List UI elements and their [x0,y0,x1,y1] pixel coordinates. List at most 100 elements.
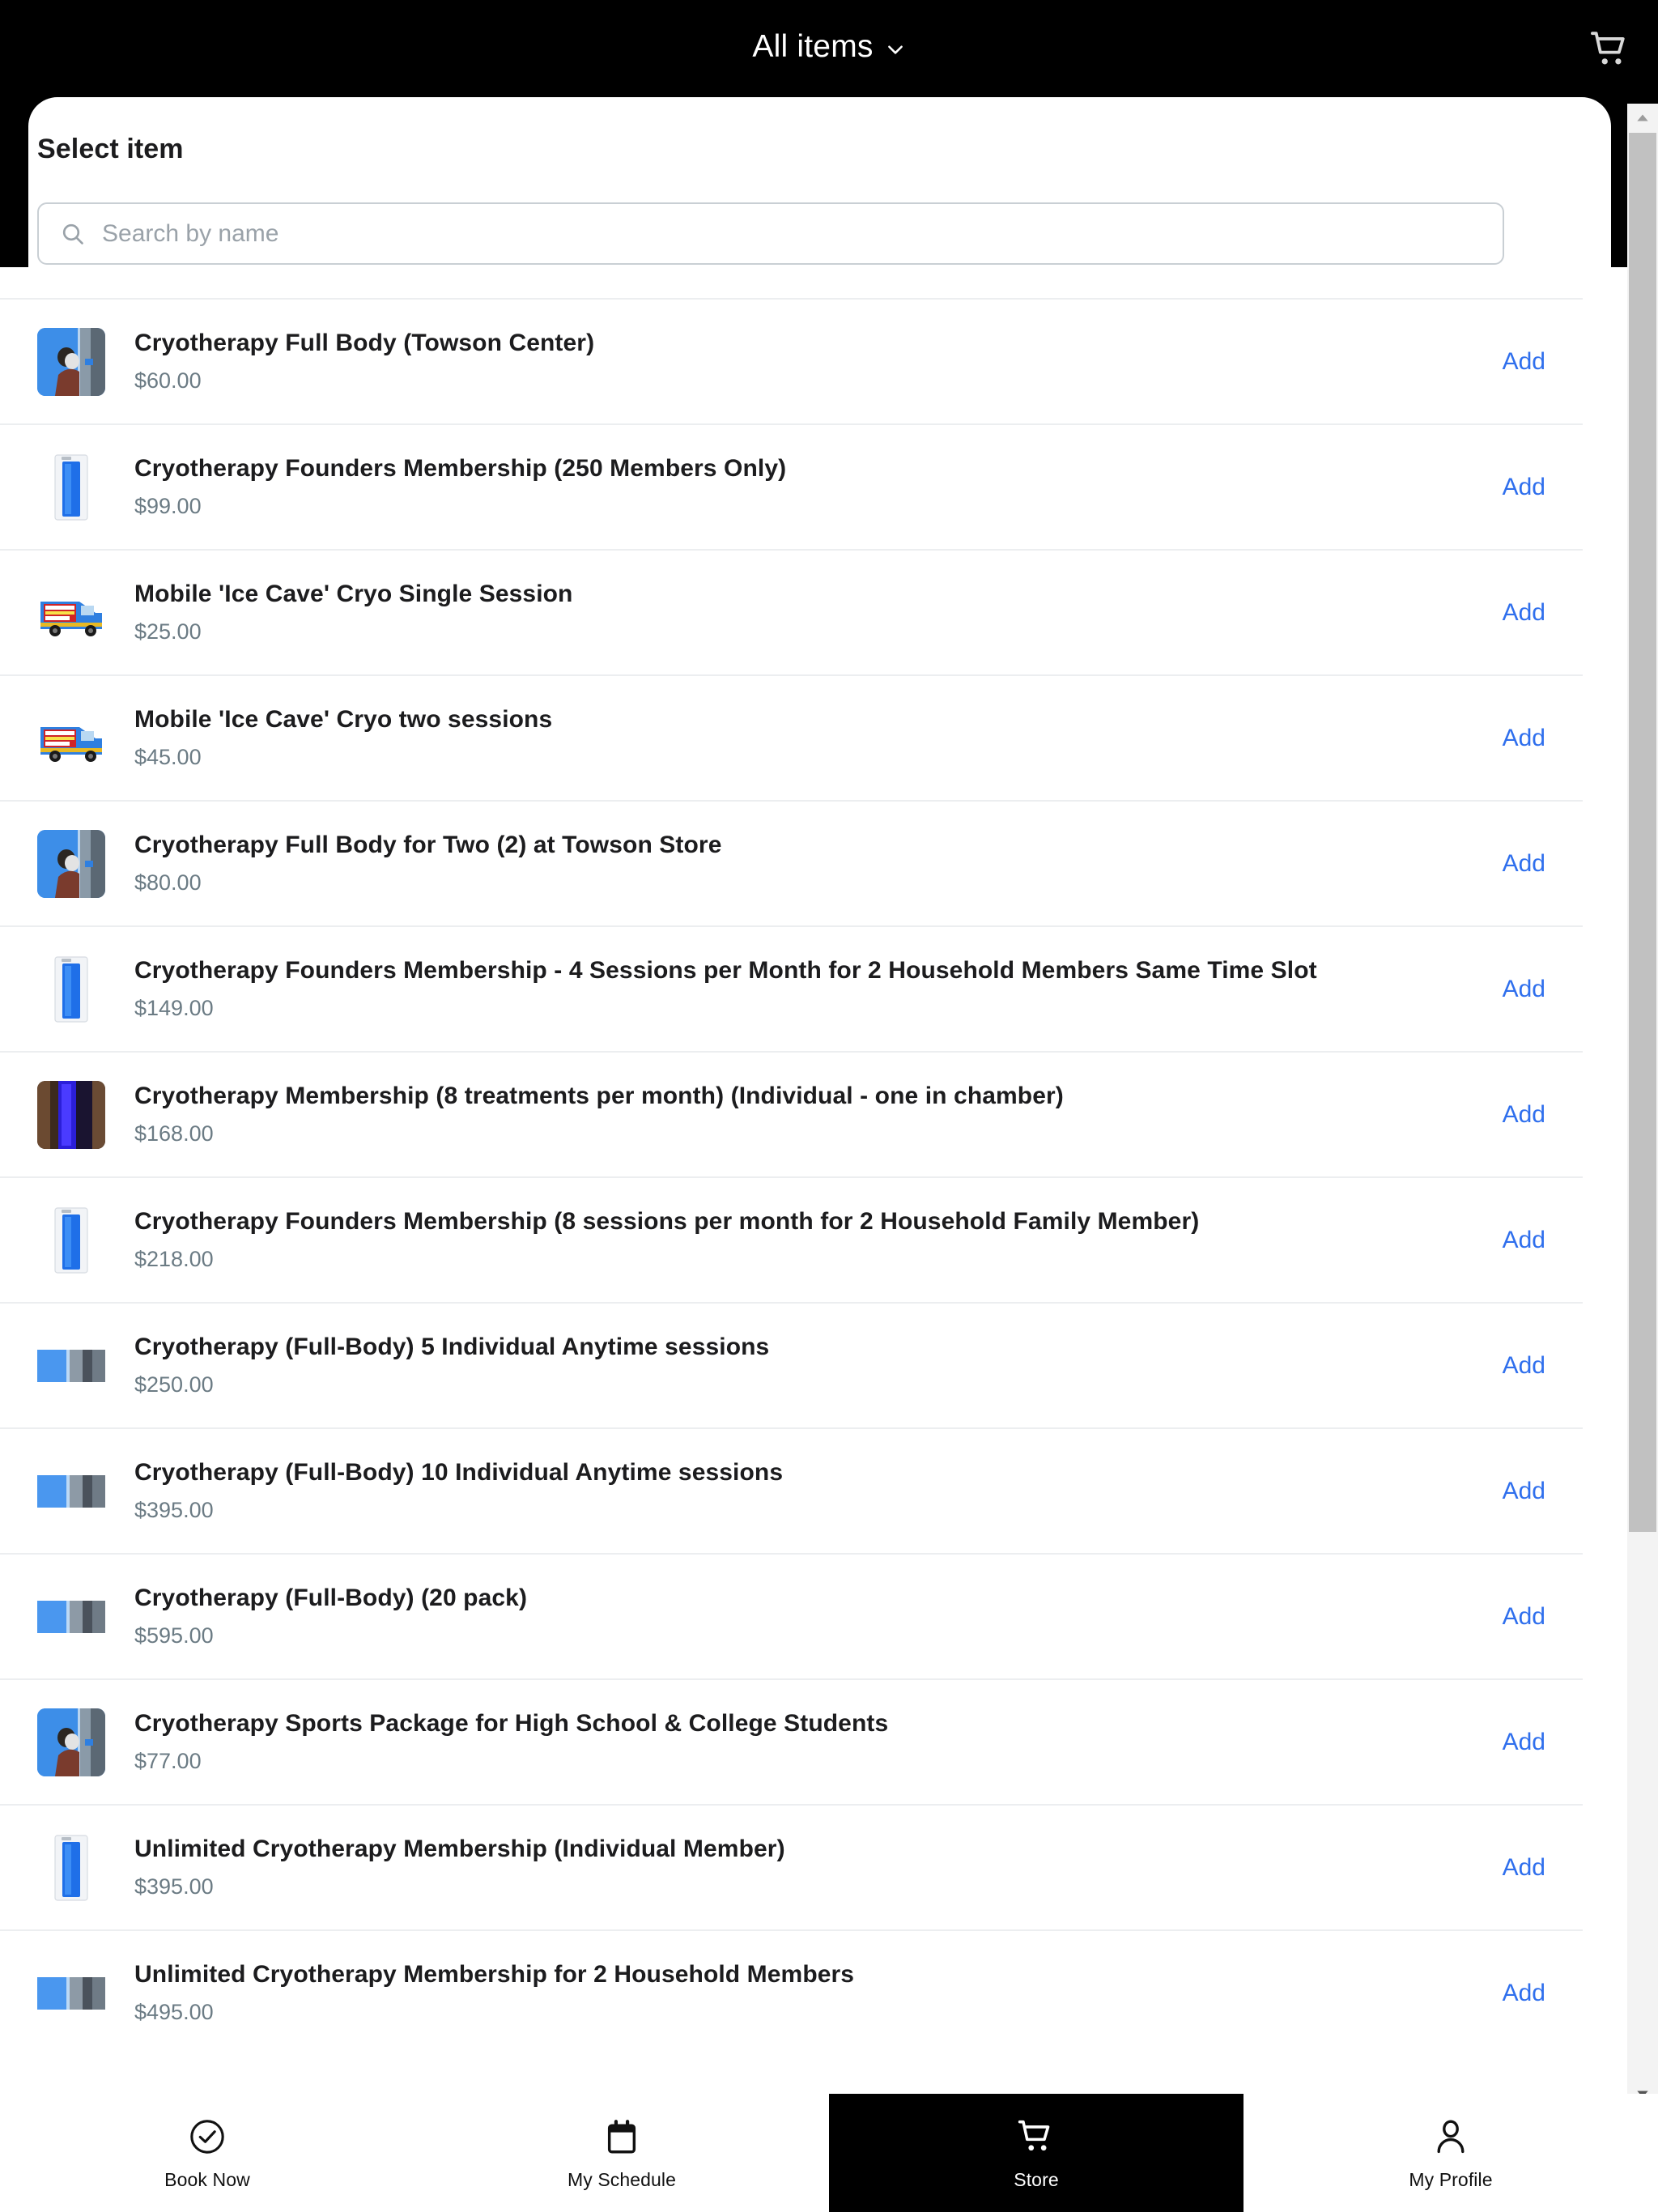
item-thumbnail-ice-cave-van [37,578,105,647]
item-name: Cryotherapy (Full-Body) 5 Individual Any… [134,1334,770,1360]
add-button[interactable]: Add [1478,474,1545,501]
item-name: Cryotherapy Founders Membership (8 sessi… [134,1208,1200,1235]
item-price: $168.00 [134,1121,214,1146]
item-row[interactable]: Cryotherapy Founders Membership - 4 Sess… [0,925,1583,1051]
shopping-cart-icon [1588,28,1632,75]
add-button[interactable]: Add [1478,1980,1545,2007]
item-thumbnail-cryo-chamber-dark-purple [37,1080,105,1149]
add-button[interactable]: Add [1478,348,1545,376]
item-text-block: Mobile 'Ice Cave' Cryo two sessions $45.0… [134,706,1478,770]
item-price: $45.00 [134,745,202,769]
calendar-icon [601,2116,643,2158]
item-thumbnail-cryo-chamber-white-tall [37,1833,105,1902]
search-input[interactable]: Search by name [37,202,1504,265]
add-button[interactable]: Add [1478,1352,1545,1380]
item-price: $218.00 [134,1247,214,1271]
user-icon [1430,2116,1472,2158]
add-button[interactable]: Add [1478,725,1545,752]
item-thumbnail-cryo-chamber-white-tall [37,453,105,521]
add-button[interactable]: Add [1478,1603,1545,1631]
item-row[interactable]: Cryotherapy Founders Membership (250 Mem… [0,423,1583,549]
triangle-up-icon[interactable] [1627,104,1658,131]
header-title: All items [752,29,874,64]
add-button[interactable]: Add [1478,976,1545,1003]
item-price: $99.00 [134,494,202,518]
item-price: $595.00 [134,1623,214,1648]
item-name: Unlimited Cryotherapy Membership for 2 H… [134,1961,855,1988]
item-thumbnail-cryo-chamber-person-blue [37,1708,105,1776]
nav-item-my-schedule[interactable]: My Schedule [414,2094,829,2212]
item-name: Unlimited Cryotherapy Membership (Indivi… [134,1836,785,1862]
item-row[interactable]: Mobile 'Ice Cave' Cryo two sessions $45.0… [0,674,1583,800]
item-row[interactable]: Cryotherapy (Full-Body) 10 Individual An… [0,1427,1583,1553]
item-thumbnail-cryo-chamber-person-blue [37,327,105,396]
item-name: Cryotherapy (Full-Body) (20 pack) [134,1585,528,1611]
all-items-dropdown[interactable]: All items [0,31,1658,62]
item-price: $395.00 [134,1498,214,1522]
item-text-block: Cryotherapy Full Body (Towson Center) $60… [134,330,1478,393]
header-cart-button[interactable] [1580,23,1640,79]
item-thumbnail-cryo-chamber-wide-blue [37,1331,105,1400]
nav-item-my-profile[interactable]: My Profile [1244,2094,1658,2212]
nav-label: My Schedule [567,2168,677,2190]
item-thumbnail-cryo-chamber-wide-blue [37,1582,105,1651]
item-row[interactable]: Unlimited Cryotherapy Membership (Indivi… [0,1804,1583,1929]
add-button[interactable]: Add [1478,1101,1545,1129]
item-name: Cryotherapy Full Body for Two (2) at Tow… [134,832,722,858]
item-row[interactable]: Unlimited Cryotherapy Membership for 2 H… [0,1929,1583,2055]
app-root: All items Select item Search by name Cry… [0,0,1658,2212]
item-price: $495.00 [134,2000,214,2024]
item-list[interactable]: Cryotherapy Full Body (Towson Center) $60… [0,298,1583,2071]
item-text-block: Cryotherapy Founders Membership (250 Mem… [134,455,1478,519]
item-row[interactable]: Cryotherapy Membership (8 treatments per… [0,1051,1583,1176]
item-name: Cryotherapy Founders Membership - 4 Sess… [134,957,1317,984]
item-text-block: Cryotherapy (Full-Body) (20 pack) $595.00 [134,1585,1478,1648]
item-text-block: Unlimited Cryotherapy Membership (Indivi… [134,1836,1478,1899]
item-thumbnail-cryo-chamber-wide-blue [37,1457,105,1525]
item-name: Cryotherapy Founders Membership (250 Mem… [134,455,787,482]
item-name: Cryotherapy (Full-Body) 10 Individual An… [134,1459,784,1486]
item-thumbnail-cryo-chamber-white-tall [37,955,105,1023]
add-button[interactable]: Add [1478,1729,1545,1756]
item-thumbnail-ice-cave-van [37,704,105,772]
item-text-block: Cryotherapy Sports Package for High Scho… [134,1710,1478,1774]
shopping-cart-icon [1015,2116,1057,2158]
item-row[interactable]: Mobile 'Ice Cave' Cryo Single Session $25… [0,549,1583,674]
scrollbar-thumb[interactable] [1629,133,1656,1532]
item-price: $60.00 [134,368,202,393]
item-text-block: Cryotherapy Full Body for Two (2) at Tow… [134,832,1478,895]
nav-item-store[interactable]: Store [829,2094,1244,2212]
item-text-block: Unlimited Cryotherapy Membership for 2 H… [134,1961,1478,2025]
item-row[interactable]: Cryotherapy (Full-Body) (20 pack) $595.00… [0,1553,1583,1678]
item-row[interactable]: Cryotherapy Full Body (Towson Center) $60… [0,298,1583,423]
add-button[interactable]: Add [1478,1854,1545,1882]
item-price: $77.00 [134,1749,202,1773]
add-button[interactable]: Add [1478,1227,1545,1254]
nav-item-book-now[interactable]: Book Now [0,2094,414,2212]
item-thumbnail-cryo-chamber-wide-blue [37,1959,105,2027]
nav-label: Store [1014,2168,1059,2190]
item-text-block: Cryotherapy (Full-Body) 10 Individual An… [134,1459,1478,1523]
page-title: Select item [37,134,184,164]
item-row[interactable]: Cryotherapy Sports Package for High Scho… [0,1678,1583,1804]
item-thumbnail-cryo-chamber-white-tall [37,1206,105,1274]
item-text-block: Cryotherapy Membership (8 treatments per… [134,1083,1478,1146]
item-row[interactable]: Cryotherapy (Full-Body) 5 Individual Any… [0,1302,1583,1427]
item-price: $395.00 [134,1874,214,1899]
nav-label: My Profile [1409,2168,1493,2190]
item-price: $250.00 [134,1372,214,1397]
item-price: $149.00 [134,996,214,1020]
item-name: Cryotherapy Full Body (Towson Center) [134,330,595,356]
item-name: Cryotherapy Sports Package for High Scho… [134,1710,889,1737]
add-button[interactable]: Add [1478,1478,1545,1505]
vertical-scrollbar[interactable] [1627,104,1658,2108]
chevron-down-icon [885,39,906,60]
item-text-block: Cryotherapy Founders Membership - 4 Sess… [134,957,1478,1021]
item-text-block: Mobile 'Ice Cave' Cryo Single Session $25… [134,581,1478,644]
search-icon [60,221,86,247]
item-row[interactable]: Cryotherapy Full Body for Two (2) at Tow… [0,800,1583,925]
item-text-block: Cryotherapy (Full-Body) 5 Individual Any… [134,1334,1478,1397]
add-button[interactable]: Add [1478,850,1545,878]
add-button[interactable]: Add [1478,599,1545,627]
item-row[interactable]: Cryotherapy Founders Membership (8 sessi… [0,1176,1583,1302]
